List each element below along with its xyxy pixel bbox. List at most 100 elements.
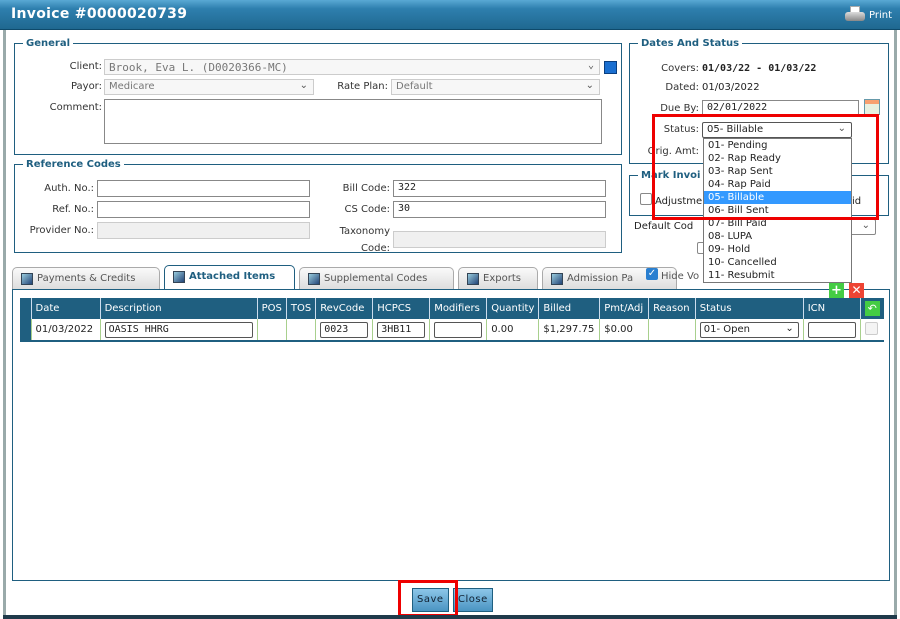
printer-icon <box>844 6 865 24</box>
revcode-input[interactable]: 0023 <box>320 321 369 338</box>
auth-no-input[interactable] <box>97 180 310 197</box>
add-icon[interactable]: + <box>829 283 844 298</box>
dated-value: 01/03/2022 <box>702 82 760 93</box>
client-info-button[interactable] <box>604 61 617 74</box>
chevron-down-icon: ⌄ <box>587 60 594 71</box>
tab-attached-items[interactable]: Attached Items <box>164 265 295 289</box>
reference-legend: Reference Codes <box>26 159 121 170</box>
table-header: Date Description POS TOS RevCode HCPCS M… <box>20 298 884 319</box>
col-revcode: RevCode <box>315 298 373 319</box>
chevron-down-icon: ⌄ <box>837 123 846 134</box>
col-reset: ↶ <box>859 298 884 319</box>
payor-select[interactable]: Medicare ⌄ <box>104 79 314 95</box>
status-option[interactable]: 11- Resubmit <box>704 269 851 282</box>
col-description: Description <box>99 298 258 319</box>
attached-items-table: Date Description POS TOS RevCode HCPCS M… <box>20 298 884 342</box>
row-check-cell <box>859 319 884 341</box>
title-bar: Invoice #0000020739 Print <box>0 0 900 30</box>
client-select[interactable]: Brook, Eva L. (D0020366-MC) ⌄ <box>104 59 600 75</box>
col-hcpcs: HCPCS <box>372 298 430 319</box>
mark-invoice-legend: Mark Invoi <box>641 170 701 181</box>
status-option[interactable]: 10- Cancelled <box>704 256 851 269</box>
row-description-cell: OASIS HHRG <box>99 319 258 341</box>
bottom-border <box>3 615 897 619</box>
auth-no-label: Auth. No.: <box>44 183 94 194</box>
tab-label: Payments & Credits <box>37 273 136 284</box>
modifiers-input[interactable] <box>434 321 483 338</box>
print-button[interactable]: Print <box>844 6 892 24</box>
due-by-input[interactable]: 02/01/2022 <box>702 100 859 117</box>
taxonomy-code-label: Code: <box>361 243 390 254</box>
row-status-select[interactable]: 01- Open ⌄ <box>699 321 799 338</box>
row-billed: $1,297.75 <box>538 319 600 341</box>
taxonomy-label: Taxonomy <box>339 226 390 237</box>
tab-supplemental-codes[interactable]: Supplemental Codes <box>299 267 454 289</box>
col-quantity: Quantity <box>486 298 539 319</box>
status-select[interactable]: 05- Billable ⌄ <box>702 122 852 138</box>
default-code-label: Default Cod <box>634 221 694 232</box>
comment-textarea[interactable] <box>104 99 602 144</box>
tab-payments-credits[interactable]: Payments & Credits <box>12 267 160 289</box>
bill-code-input[interactable]: 322 <box>393 180 606 197</box>
col-reason: Reason <box>648 298 696 319</box>
status-dropdown-list: 01- Pending 02- Rap Ready 03- Rap Sent 0… <box>703 138 852 283</box>
document-icon <box>21 273 33 285</box>
rate-plan-value: Default <box>396 81 433 92</box>
status-option[interactable]: 06- Bill Sent <box>704 204 851 217</box>
adjustment-checkbox[interactable] <box>640 193 652 205</box>
hcpcs-input[interactable]: 3HB11 <box>377 321 426 338</box>
status-option[interactable]: 08- LUPA <box>704 230 851 243</box>
chevron-down-icon: ⌄ <box>785 322 794 334</box>
col-icn: ICN <box>802 298 861 319</box>
provider-no-input[interactable] <box>97 222 310 239</box>
document-icon <box>173 271 185 283</box>
rate-plan-select[interactable]: Default ⌄ <box>391 79 600 95</box>
tab-label: Attached Items <box>189 271 276 282</box>
tab-label: Admission Pa <box>567 273 634 284</box>
status-option[interactable]: 01- Pending <box>704 139 851 152</box>
status-option[interactable]: 02- Rap Ready <box>704 152 851 165</box>
tab-label: Supplemental Codes <box>324 273 428 284</box>
status-value: 05- Billable <box>707 124 764 135</box>
row-pmt-adj: $0.00 <box>599 319 649 341</box>
dated-label: Dated: <box>665 82 699 93</box>
undo-icon[interactable]: ↶ <box>864 301 880 316</box>
row-icn-cell <box>802 319 861 341</box>
row-pos <box>256 319 287 341</box>
delete-icon[interactable]: ✕ <box>849 283 864 298</box>
cs-code-label: CS Code: <box>344 204 390 215</box>
default-code-select[interactable]: ⌄ <box>850 219 876 235</box>
status-option[interactable]: 03- Rap Sent <box>704 165 851 178</box>
cs-code-input[interactable]: 30 <box>393 201 606 218</box>
close-button[interactable]: Close <box>453 588 493 612</box>
window-title: Invoice #0000020739 <box>11 6 188 22</box>
taxonomy-code-input[interactable] <box>393 231 606 248</box>
row-revcode-cell: 0023 <box>315 319 373 341</box>
row-status-cell: 01- Open ⌄ <box>694 319 804 341</box>
row-checkbox[interactable] <box>864 321 878 335</box>
col-modifiers: Modifiers <box>429 298 487 319</box>
calendar-icon[interactable] <box>864 99 880 115</box>
document-icon <box>308 273 320 285</box>
document-icon <box>551 273 563 285</box>
icn-input[interactable] <box>807 321 856 338</box>
comment-label: Comment: <box>49 102 102 113</box>
status-option[interactable]: 07- Bill Paid <box>704 217 851 230</box>
col-status: Status <box>694 298 804 319</box>
status-option[interactable]: 09- Hold <box>704 243 851 256</box>
status-option-selected[interactable]: 05- Billable <box>704 191 851 204</box>
row-reason <box>648 319 696 341</box>
ref-no-label: Ref. No.: <box>52 204 94 215</box>
hide-void-checkbox[interactable]: ✓ <box>646 268 658 280</box>
ref-no-input[interactable] <box>97 201 310 218</box>
row-selector[interactable] <box>20 319 32 341</box>
save-button[interactable]: Save <box>412 588 449 612</box>
tab-exports[interactable]: Exports <box>458 267 538 289</box>
client-value: Brook, Eva L. (D0020366-MC) <box>109 61 288 74</box>
status-option[interactable]: 04- Rap Paid <box>704 178 851 191</box>
chevron-down-icon: ⌄ <box>585 80 594 91</box>
provider-no-label: Provider No.: <box>29 225 94 236</box>
description-input[interactable]: OASIS HHRG <box>104 321 253 338</box>
payor-value: Medicare <box>109 81 155 92</box>
document-icon <box>467 273 479 285</box>
